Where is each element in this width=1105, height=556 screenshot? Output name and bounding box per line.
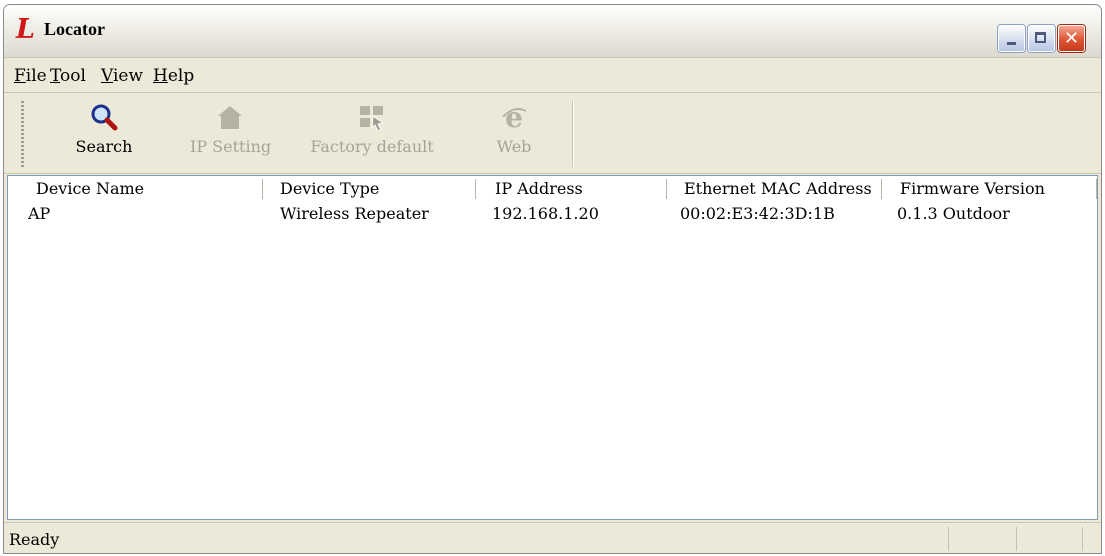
column-divider[interactable] — [881, 179, 882, 199]
ip-setting-button[interactable]: IP Setting — [190, 103, 272, 165]
status-pane — [1016, 527, 1017, 551]
house-icon — [215, 103, 245, 131]
title-bar[interactable]: L Locator ✕ — [4, 5, 1101, 58]
menu-help-mnemonic: H — [153, 66, 168, 86]
column-header-mac-address[interactable]: Ethernet MAC Address — [684, 179, 872, 198]
menu-bar: File Tool View Help — [4, 58, 1101, 93]
column-divider[interactable] — [1096, 179, 1097, 199]
menu-help-label: elp — [167, 66, 195, 86]
column-divider[interactable] — [666, 179, 667, 199]
search-icon — [89, 103, 119, 131]
menu-tool-label: ool — [60, 66, 86, 86]
menu-file-label: ile — [25, 66, 47, 86]
close-button[interactable]: ✕ — [1058, 25, 1085, 52]
factory-default-label: Factory default — [310, 137, 434, 156]
menu-tool[interactable]: Tool — [50, 66, 86, 86]
table-row[interactable]: AP Wireless Repeater 192.168.1.20 00:02:… — [8, 202, 1097, 226]
cell-firmware-version: 0.1.3 Outdoor — [897, 204, 1010, 223]
menu-file[interactable]: File — [14, 66, 47, 86]
menu-view-label: iew — [112, 66, 144, 86]
web-button[interactable]: e Web — [484, 101, 544, 165]
svg-text:e: e — [505, 103, 523, 131]
menu-view-mnemonic: V — [101, 66, 113, 86]
close-icon: ✕ — [1063, 28, 1080, 49]
maximize-button[interactable] — [1028, 25, 1055, 52]
maximize-icon — [1035, 32, 1046, 43]
toolbar: Search IP Setting Factory default e Web — [4, 93, 1101, 174]
search-button[interactable]: Search — [64, 103, 144, 165]
factory-default-button[interactable]: Factory default — [302, 103, 442, 165]
cell-device-name: AP — [28, 204, 51, 223]
factory-reset-icon — [357, 103, 387, 132]
status-bar: Ready — [4, 522, 1101, 553]
locator-window: L Locator ✕ File Tool View Help Search I… — [3, 4, 1102, 554]
menu-file-mnemonic: F — [14, 66, 26, 86]
device-list-header: Device Name Device Type IP Address Ether… — [8, 176, 1097, 202]
search-label: Search — [75, 137, 133, 156]
column-header-ip-address[interactable]: IP Address — [495, 179, 583, 198]
ip-setting-label: IP Setting — [190, 137, 272, 156]
toolbar-grip[interactable] — [21, 101, 24, 167]
menu-view[interactable]: View — [101, 66, 143, 86]
cell-mac-address: 00:02:E3:42:3D:1B — [680, 204, 835, 223]
cell-ip-address: 192.168.1.20 — [492, 204, 599, 223]
device-list[interactable]: Device Name Device Type IP Address Ether… — [7, 175, 1098, 520]
minimize-button[interactable] — [998, 25, 1025, 52]
internet-explorer-icon: e — [499, 101, 529, 134]
column-header-device-type[interactable]: Device Type — [280, 179, 379, 198]
column-header-device-name[interactable]: Device Name — [36, 179, 144, 198]
status-text: Ready — [9, 530, 60, 549]
window-title: Locator — [44, 19, 105, 39]
column-divider[interactable] — [262, 179, 263, 199]
minimize-icon — [1007, 42, 1016, 45]
cell-device-type: Wireless Repeater — [280, 204, 429, 223]
toolbar-separator — [572, 101, 574, 167]
menu-tool-mnemonic: T — [50, 66, 61, 86]
app-logo-icon: L — [16, 14, 35, 45]
status-pane — [948, 527, 949, 551]
size-grip[interactable] — [1082, 527, 1083, 551]
menu-help[interactable]: Help — [153, 66, 194, 86]
column-divider[interactable] — [475, 179, 476, 199]
column-header-firmware-version[interactable]: Firmware Version — [900, 179, 1045, 198]
web-label: Web — [496, 137, 532, 156]
